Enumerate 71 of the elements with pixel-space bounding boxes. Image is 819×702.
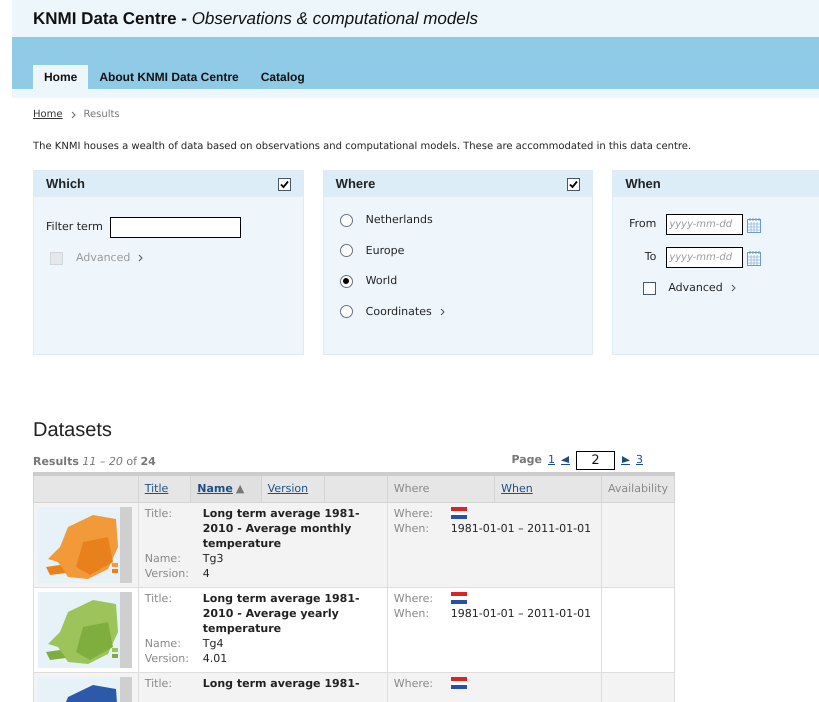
dataset-version: 4.01 [202, 650, 228, 666]
nav-tab[interactable]: Catalog [250, 65, 316, 89]
previous-page-icon[interactable] [561, 456, 570, 465]
calendar-icon[interactable] [747, 250, 762, 266]
panel-title: Which [46, 175, 85, 194]
dataset-title[interactable]: Long term average 1981- [202, 676, 381, 690]
dataset-title[interactable]: Long term average 1981-2010 - Average yearly temperature [202, 590, 381, 636]
field-label: Name: [144, 550, 182, 566]
field-label: Where: [394, 506, 434, 520]
radio-button[interactable] [340, 274, 353, 288]
sort-arrow: ▲ [236, 480, 244, 496]
next-page-icon[interactable] [621, 456, 630, 465]
chevron-icon [70, 110, 76, 118]
breadcrumb-link[interactable]: Home [33, 107, 63, 122]
field-label: To [644, 249, 658, 266]
page-field[interactable]: 2 [576, 451, 615, 470]
page-link[interactable]: 3 [636, 452, 643, 469]
field-label: Title: [144, 676, 174, 690]
site-title: KNMI Data Centre - Observations & computational models [33, 8, 478, 30]
page-label: Page [511, 452, 542, 468]
field-label: When: [394, 520, 430, 536]
field-label: Version: [144, 566, 190, 580]
chevron-icon [440, 308, 445, 316]
checkbox[interactable] [567, 178, 580, 190]
field-label: Title: [144, 590, 174, 606]
field-label: Filter term [46, 219, 103, 236]
checkbox[interactable] [643, 282, 656, 295]
panel-title: Where [336, 175, 376, 194]
radio-button[interactable] [340, 244, 353, 258]
option-label[interactable]: Netherlands [366, 212, 433, 228]
option-label[interactable]: Europe [366, 242, 404, 259]
checkbox[interactable] [278, 178, 291, 190]
field-label: When: [394, 606, 430, 620]
dataset-name: Tg3 [202, 550, 224, 566]
chevron-icon [730, 284, 736, 292]
date-range: 1981-01-01 – 2011-01-01 [450, 606, 592, 620]
radio-button[interactable] [340, 214, 353, 227]
dataset-title[interactable]: Long term average 1981-2010 - Average monthly temperature [202, 506, 381, 550]
datasets-heading: Datasets [33, 418, 113, 443]
option-label[interactable]: Coordinates [366, 304, 432, 320]
option-label[interactable]: World [366, 273, 398, 290]
nav-tab[interactable]: Home [33, 65, 88, 89]
flag-icon [450, 677, 467, 689]
nav-tab[interactable]: About KNMI Data Centre [88, 65, 250, 89]
panel-title: When [625, 175, 661, 194]
date-field[interactable]: yyyy-mm-dd [666, 214, 744, 235]
flag-icon [450, 592, 467, 604]
column-header-link[interactable]: When [501, 480, 533, 497]
intro-text: The KNMI houses a wealth of data based on observations and computational models. These are accommodated in this data centre. [33, 140, 692, 154]
dataset-version: 4 [202, 566, 211, 580]
results-count: Results 11 – 20 of 24 [33, 454, 156, 470]
dataset-name: Tg4 [202, 636, 224, 650]
column-header: Where [394, 482, 430, 494]
chevron-icon [138, 254, 144, 262]
field-label: From [628, 216, 658, 232]
filter-term-field[interactable] [110, 217, 241, 238]
field-label: Version: [144, 650, 190, 666]
date-range: 1981-01-01 – 2011-01-01 [450, 520, 592, 536]
radio-button[interactable] [340, 305, 353, 318]
date-field[interactable]: yyyy-mm-dd [666, 247, 744, 268]
calendar-icon[interactable] [747, 216, 762, 232]
page-link[interactable]: 1 [548, 452, 555, 469]
column-header: Availability [608, 482, 668, 494]
field-label: Name: [144, 636, 182, 650]
field-label: Where: [394, 676, 434, 690]
flag-icon [450, 507, 467, 519]
field-label: Where: [394, 590, 434, 606]
advanced-label[interactable]: Advanced [668, 280, 723, 296]
breadcrumb-current: Results [84, 108, 120, 122]
column-header-link[interactable]: Name [197, 480, 233, 497]
field-label: Title: [144, 506, 174, 522]
